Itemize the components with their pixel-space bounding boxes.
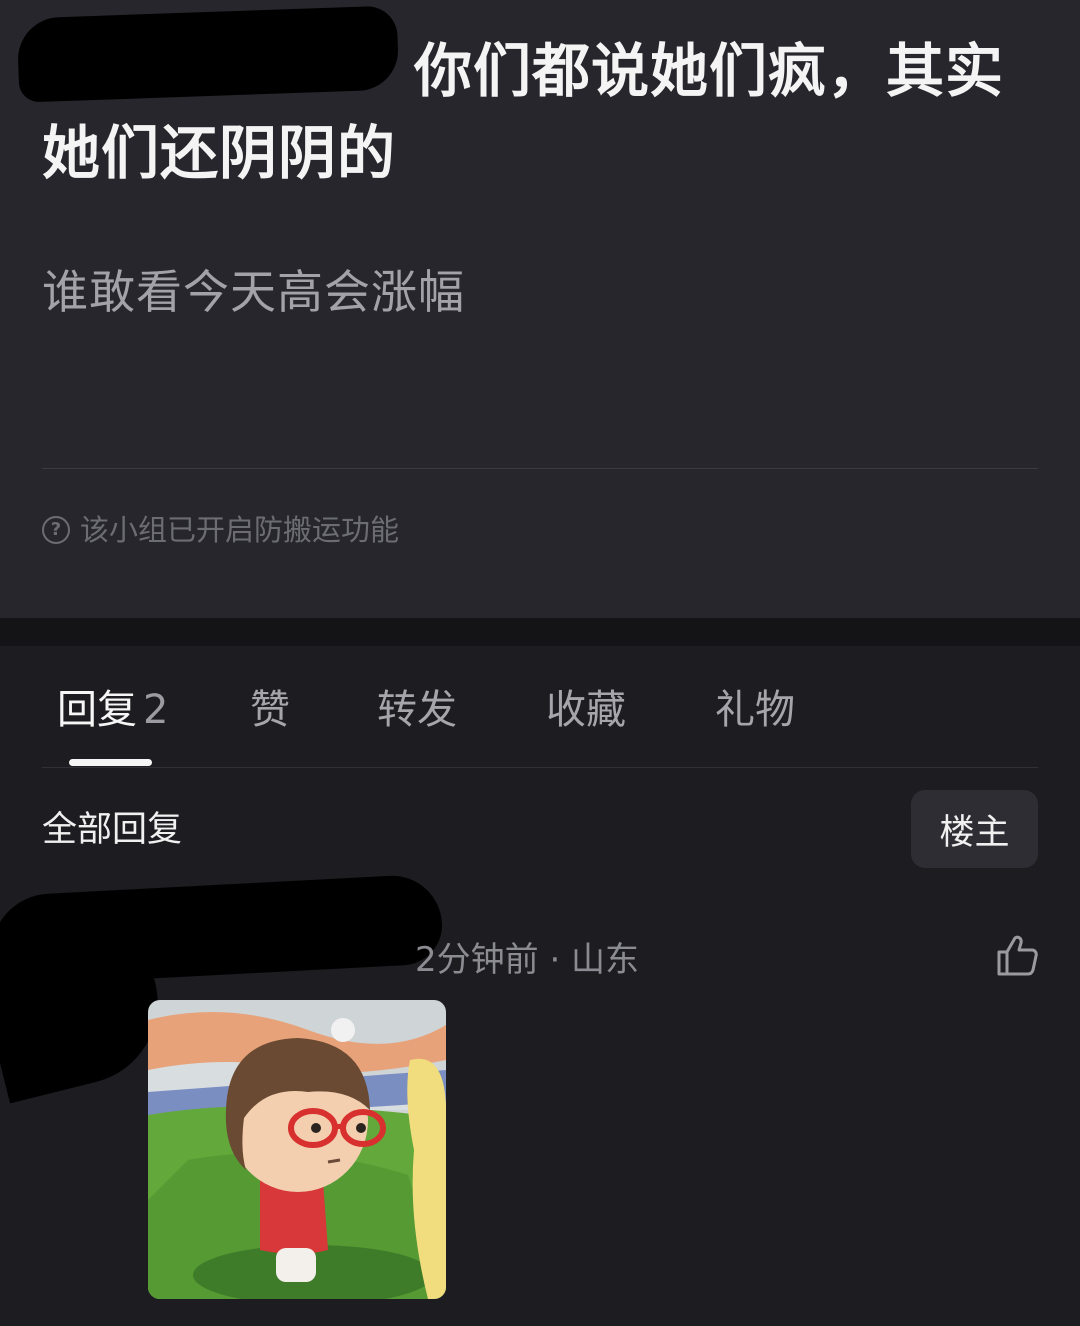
tab-replies-label: 回复 (57, 687, 137, 733)
thumbs-up-icon[interactable] (993, 932, 1041, 980)
reply-image[interactable] (148, 1000, 446, 1299)
post-divider (42, 468, 1038, 469)
anti-repost-notice: ? 该小组已开启防搬运功能 (42, 510, 399, 550)
post-card: 你们都说她们疯，其实她们还阴阴的 谁敢看今天高会涨幅 ? 该小组已开启防搬运功能 (0, 0, 1080, 618)
op-only-button[interactable]: 楼主 (911, 790, 1038, 868)
tab-reposts[interactable]: 转发 (377, 684, 457, 736)
tab-replies-count: 2 (143, 687, 169, 733)
active-tab-indicator (69, 759, 152, 766)
post-title: 你们都说她们疯，其实她们还阴阴的 (42, 37, 1005, 187)
all-replies-label: 全部回复 (42, 810, 183, 850)
section-separator (0, 618, 1080, 646)
tab-likes[interactable]: 赞 (250, 684, 290, 736)
tabs-divider (42, 767, 1038, 768)
reply-meta: 2分钟前 · 山东 (415, 940, 640, 980)
tab-favorites[interactable]: 收藏 (546, 684, 626, 736)
post-body: 谁敢看今天高会涨幅 (42, 265, 465, 319)
question-circle-icon: ? (42, 516, 70, 544)
notice-text: 该小组已开启防搬运功能 (80, 513, 400, 547)
tab-replies[interactable]: 回复 2 (57, 684, 168, 736)
cartoon-sticker-image (148, 1000, 446, 1299)
reply-tabs: 回复 2 赞 转发 收藏 礼物 (0, 646, 1080, 768)
tab-gifts[interactable]: 礼物 (715, 684, 795, 736)
